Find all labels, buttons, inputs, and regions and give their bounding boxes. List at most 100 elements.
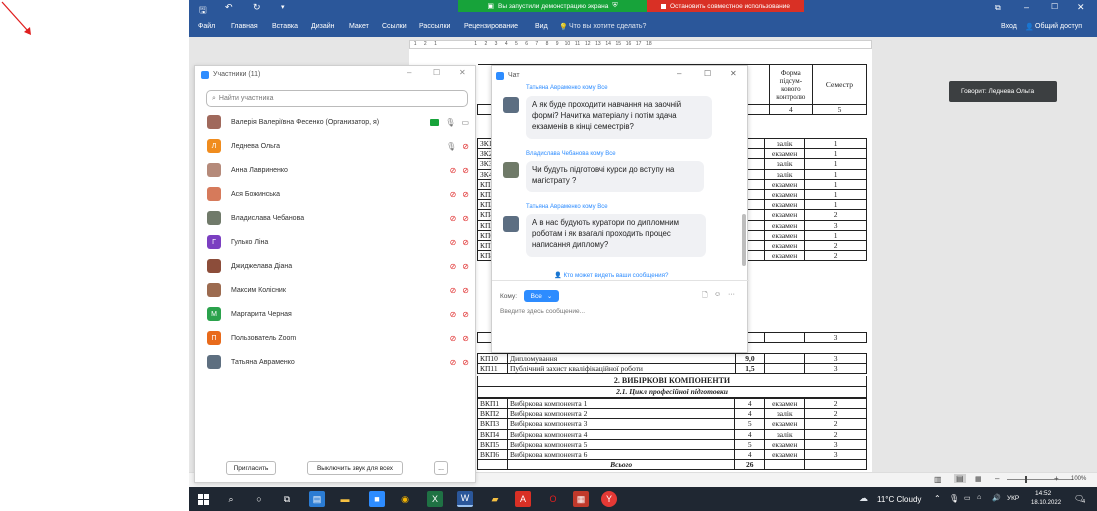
chat-scrollbar[interactable] bbox=[742, 214, 746, 266]
yandex-icon[interactable]: Y bbox=[601, 491, 617, 507]
camera-off-icon[interactable]: ⊘ bbox=[462, 358, 469, 367]
mic-off-icon[interactable]: ⊘ bbox=[450, 286, 457, 295]
more-button[interactable]: ... bbox=[434, 461, 448, 475]
camera-off-icon[interactable]: ⊘ bbox=[462, 310, 469, 319]
mic-icon[interactable]: 🎙 bbox=[949, 494, 959, 503]
search-input[interactable]: ⌕ Найти участника bbox=[206, 90, 468, 107]
participant-row[interactable]: Л Леднева Ольга 🎙 ⊘ bbox=[207, 137, 469, 155]
battery-icon[interactable]: ▭ bbox=[964, 494, 971, 502]
clock-date[interactable]: 18.10.2022 bbox=[1031, 500, 1061, 506]
mute-all-button[interactable]: Выключить звук для всех bbox=[307, 461, 403, 475]
tell-me-field[interactable]: Что вы хотите сделать? bbox=[569, 23, 646, 30]
zoom-slider[interactable] bbox=[1007, 479, 1073, 480]
menu-layout[interactable]: Макет bbox=[349, 23, 369, 30]
participant-row[interactable]: Анна Лавриненко ⊘ ⊘ bbox=[207, 161, 469, 179]
mic-off-icon[interactable]: ⊘ bbox=[450, 214, 457, 223]
undo-icon[interactable]: ↶ bbox=[225, 2, 233, 13]
quick-access-more-icon[interactable]: ▾ bbox=[281, 3, 285, 11]
mic-off-icon[interactable]: ⊘ bbox=[450, 358, 457, 367]
participant-row[interactable]: Татьяна Авраменко ⊘ ⊘ bbox=[207, 353, 469, 371]
camera-off-icon[interactable]: ⊘ bbox=[462, 262, 469, 271]
participant-row[interactable]: Валерія Валеріївна Фесенко (Организатор,… bbox=[207, 113, 469, 131]
menu-view[interactable]: Вид bbox=[535, 23, 548, 30]
zoom-out-icon[interactable]: – bbox=[995, 474, 999, 483]
minimize-icon[interactable]: – bbox=[407, 68, 411, 77]
camera-off-icon[interactable]: ⊘ bbox=[462, 286, 469, 295]
mic-icon[interactable]: 🎙 bbox=[446, 142, 456, 151]
read-mode-icon[interactable]: ▥ bbox=[934, 475, 942, 484]
sign-in-link[interactable]: Вход bbox=[1001, 23, 1017, 30]
camera-icon[interactable]: ▭ bbox=[461, 118, 469, 127]
recipient-select[interactable]: Все ⌄ bbox=[524, 290, 559, 302]
participant-row[interactable]: Владислава Чебанова ⊘ ⊘ bbox=[207, 209, 469, 227]
pdf-icon[interactable]: A bbox=[515, 491, 531, 507]
language-indicator[interactable]: УКР bbox=[1007, 495, 1019, 502]
mic-off-icon[interactable]: ⊘ bbox=[450, 262, 457, 271]
excel-icon[interactable]: X bbox=[427, 491, 443, 507]
participant-row[interactable]: Максим Колісник ⊘ ⊘ bbox=[207, 281, 469, 299]
participant-row[interactable]: Джиджелава Діана ⊘ ⊘ bbox=[207, 257, 469, 275]
redo-icon[interactable]: ↻ bbox=[253, 2, 261, 13]
search-icon[interactable]: ⌕ bbox=[223, 491, 239, 507]
camera-off-icon[interactable]: ⊘ bbox=[462, 142, 469, 151]
camera-off-icon[interactable]: ⊘ bbox=[462, 190, 469, 199]
close-icon[interactable]: ✕ bbox=[459, 68, 466, 77]
mic-icon[interactable]: 🎙 bbox=[445, 118, 455, 127]
print-layout-icon[interactable]: ▤ bbox=[954, 474, 966, 483]
mic-off-icon[interactable]: ⊘ bbox=[450, 166, 457, 175]
opera-icon[interactable]: O bbox=[545, 491, 561, 507]
participant-row[interactable]: Ася Божинська ⊘ ⊘ bbox=[207, 185, 469, 203]
network-icon[interactable]: ⌂ bbox=[977, 494, 981, 501]
menu-design[interactable]: Дизайн bbox=[311, 23, 335, 30]
maximize-icon[interactable]: ☐ bbox=[704, 69, 711, 78]
web-layout-icon[interactable]: ▦ bbox=[975, 475, 982, 483]
windows-start-icon[interactable] bbox=[195, 491, 211, 507]
participant-row[interactable]: М Маргарита Черная ⊘ ⊘ bbox=[207, 305, 469, 323]
invite-button[interactable]: Пригласить bbox=[226, 461, 276, 475]
mic-off-icon[interactable]: ⊘ bbox=[450, 310, 457, 319]
mic-off-icon[interactable]: ⊘ bbox=[450, 190, 457, 199]
word-icon[interactable]: W bbox=[457, 491, 473, 507]
camera-off-icon[interactable]: ⊘ bbox=[462, 334, 469, 343]
folder-icon[interactable]: ▰ bbox=[487, 491, 503, 507]
cortana-icon[interactable]: ○ bbox=[251, 491, 267, 507]
zoom-in-icon[interactable]: + bbox=[1054, 474, 1059, 483]
tray-arrow-icon[interactable]: ⌃ bbox=[934, 494, 941, 503]
minimize-icon[interactable]: – bbox=[1024, 2, 1029, 12]
close-icon[interactable]: ✕ bbox=[1077, 2, 1085, 13]
menu-home[interactable]: Главная bbox=[231, 23, 258, 30]
participant-row[interactable]: П Пользователь Zoom ⊘ ⊘ bbox=[207, 329, 469, 347]
camera-off-icon[interactable]: ⊘ bbox=[462, 166, 469, 175]
mic-off-icon[interactable]: ⊘ bbox=[450, 334, 457, 343]
camera-off-icon[interactable]: ⊘ bbox=[462, 214, 469, 223]
close-icon[interactable]: ✕ bbox=[730, 69, 737, 78]
menu-insert[interactable]: Вставка bbox=[272, 23, 298, 30]
camera-off-icon[interactable]: ⊘ bbox=[462, 238, 469, 247]
mic-off-icon[interactable]: ⊘ bbox=[450, 238, 457, 247]
stop-share-button[interactable]: Остановить совместное использование bbox=[647, 0, 804, 12]
zoom-slider-thumb[interactable] bbox=[1025, 476, 1027, 483]
zoom-app-icon[interactable]: ■ bbox=[369, 491, 385, 507]
app-icon[interactable]: ▤ bbox=[309, 491, 325, 507]
maximize-icon[interactable]: ☐ bbox=[1051, 2, 1058, 11]
menu-references[interactable]: Ссылки bbox=[382, 23, 407, 30]
menu-file[interactable]: Файл bbox=[198, 23, 215, 30]
task-view-icon[interactable]: ⧉ bbox=[279, 491, 295, 507]
volume-icon[interactable]: 🔊 bbox=[992, 494, 1001, 502]
message-input[interactable]: Введите здесь сообщение... bbox=[500, 308, 740, 348]
more-icon[interactable]: ··· bbox=[728, 291, 735, 298]
file-icon[interactable]: 🗋 bbox=[702, 291, 708, 302]
chrome-icon[interactable]: ◉ bbox=[397, 491, 413, 507]
menu-review[interactable]: Рецензирование bbox=[464, 23, 518, 30]
file-explorer-icon[interactable]: ▬ bbox=[337, 491, 353, 507]
who-can-see-link[interactable]: 👤 Кто может видеть ваши сообщения? bbox=[554, 271, 668, 279]
app-grid-icon[interactable]: ▦ bbox=[573, 491, 589, 507]
ribbon-display-icon[interactable]: ⧉ bbox=[995, 3, 1001, 13]
minimize-icon[interactable]: – bbox=[677, 69, 681, 78]
clock-time[interactable]: 14:52 bbox=[1035, 490, 1051, 497]
weather-label[interactable]: 11°C Cloudy bbox=[877, 495, 921, 504]
participant-row[interactable]: Г Гулько Ліна ⊘ ⊘ bbox=[207, 233, 469, 251]
emoji-icon[interactable]: ☺ bbox=[714, 291, 721, 298]
horizontal-ruler[interactable]: 1 2 1 1 2 3 4 5 6 7 8 9 10 11 12 13 14 15 16 17 18 bbox=[409, 40, 872, 49]
zoom-level[interactable]: 100% bbox=[1071, 476, 1086, 482]
